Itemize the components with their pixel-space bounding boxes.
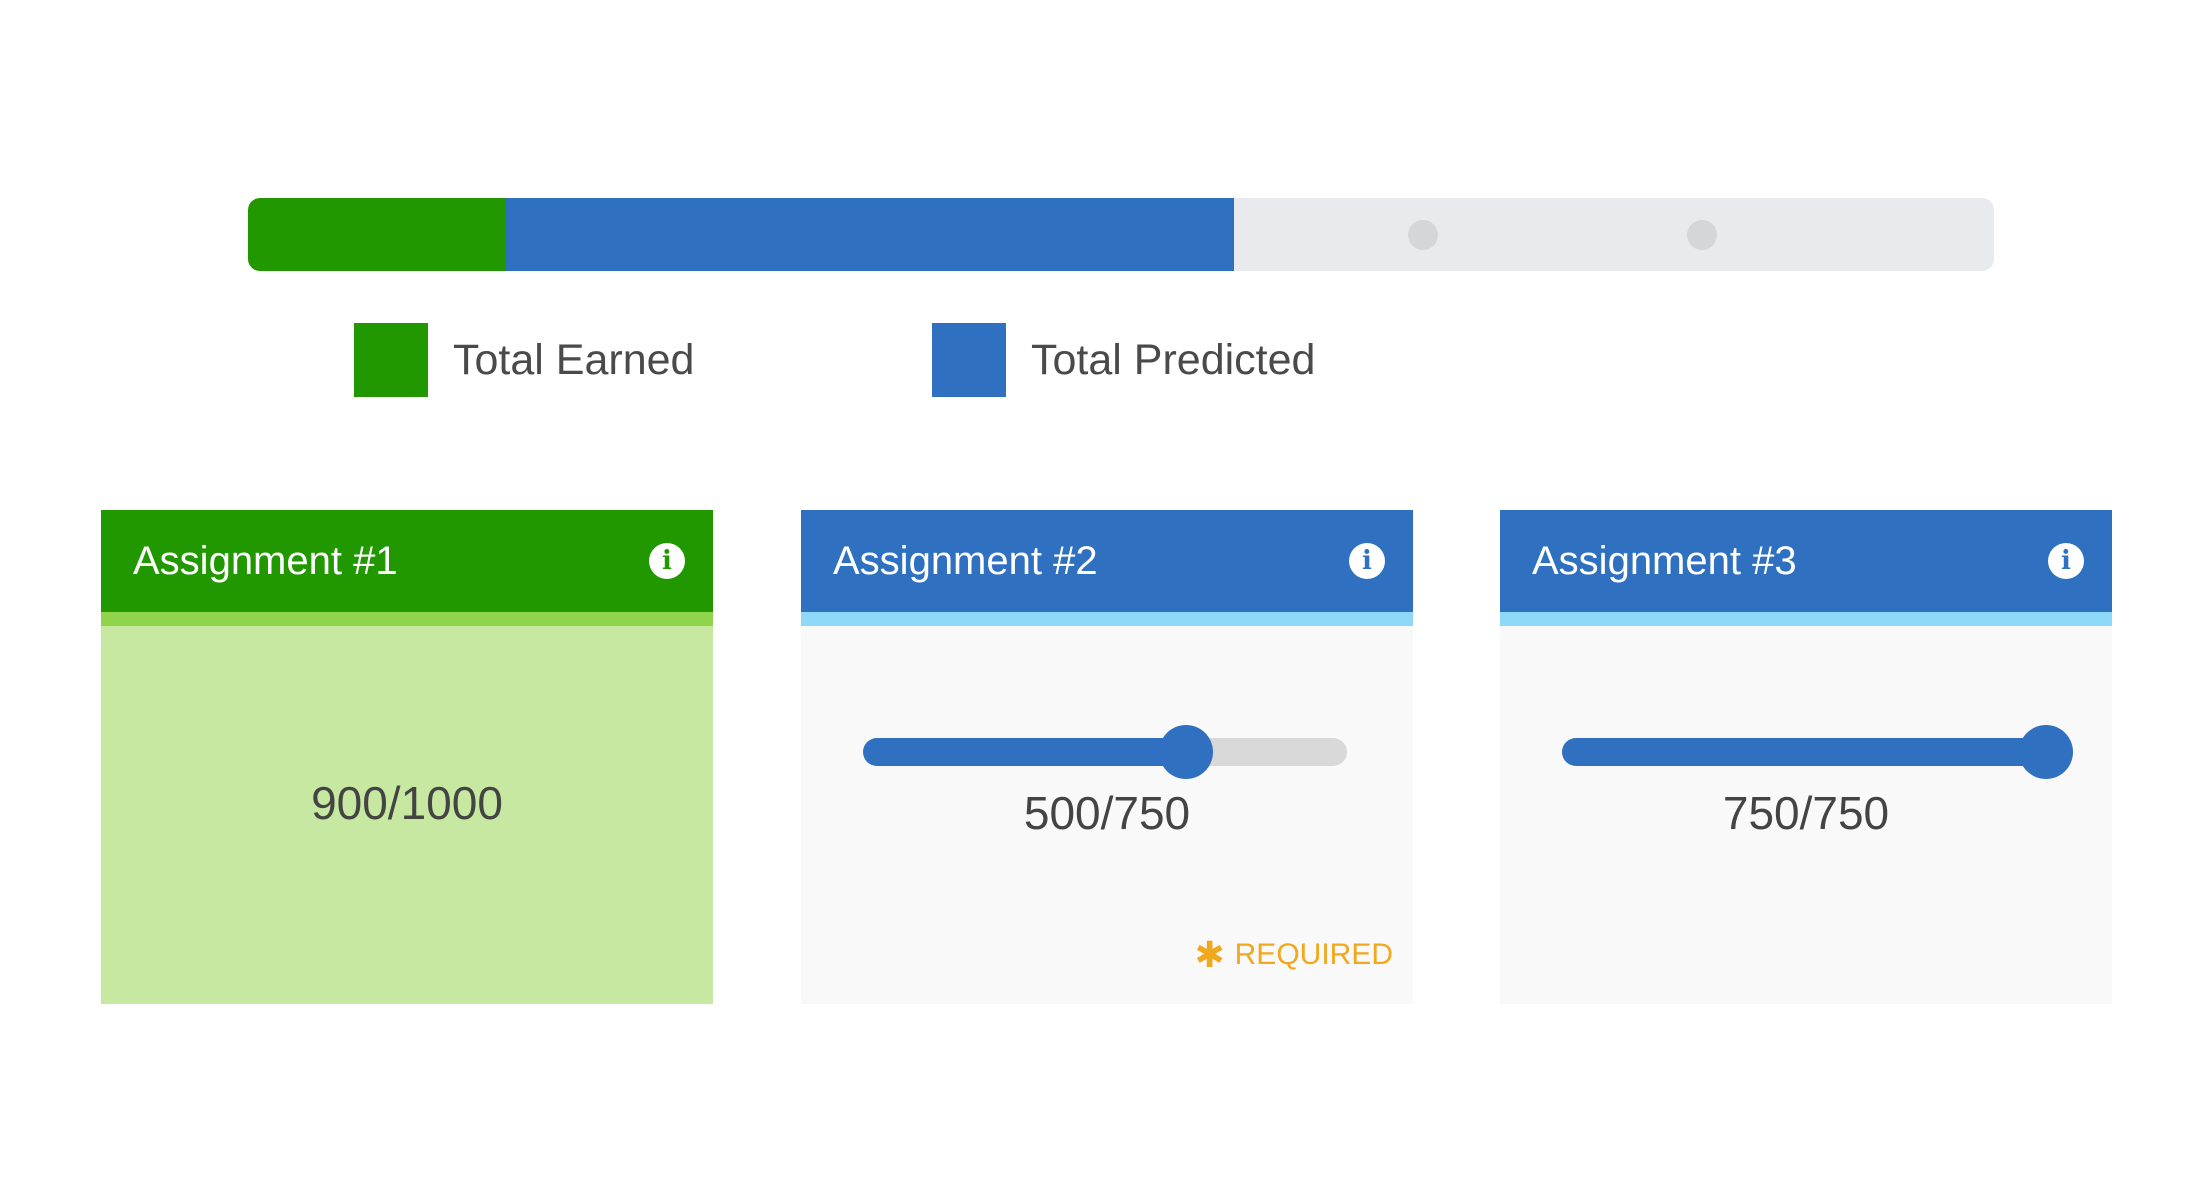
- assignment-card-body: 500/750 ✱ REQUIRED: [801, 626, 1413, 1004]
- progress-earned-segment: [248, 198, 507, 271]
- grade-progress-bar: [248, 198, 1994, 271]
- assignment-card-2: Assignment #2 i 500/750 ✱ REQUIRED: [801, 510, 1413, 1004]
- info-icon[interactable]: i: [1349, 543, 1385, 579]
- legend-predicted: Total Predicted: [932, 323, 1315, 397]
- required-label: REQUIRED: [1234, 938, 1393, 971]
- assignment-card-body: 750/750: [1500, 626, 2112, 1004]
- assignment-card-header: Assignment #3 i: [1500, 510, 2112, 612]
- score-slider-fill: [1562, 738, 2046, 766]
- legend-earned: Total Earned: [354, 323, 694, 397]
- assignment-title: Assignment #2: [833, 538, 1098, 583]
- legend-earned-label: Total Earned: [453, 335, 695, 384]
- asterisk-icon: ✱: [1194, 934, 1225, 975]
- info-icon[interactable]: i: [649, 543, 685, 579]
- card-accent-stripe: [1500, 612, 2112, 626]
- card-accent-stripe: [801, 612, 1413, 626]
- assignment-card-header: Assignment #1 i: [101, 510, 713, 612]
- assignment-title: Assignment #3: [1532, 538, 1797, 583]
- assignment-score: 900/1000: [311, 777, 503, 829]
- assignment-card-header: Assignment #2 i: [801, 510, 1413, 612]
- card-accent-stripe: [101, 612, 713, 626]
- progress-predicted-segment: [506, 198, 1235, 271]
- progress-tick-marker: [1408, 219, 1439, 250]
- legend-predicted-label: Total Predicted: [1031, 335, 1316, 384]
- assignment-card-body: 900/1000: [101, 626, 713, 1004]
- progress-tick-marker: [1687, 219, 1718, 250]
- assignment-score: 500/750: [1023, 787, 1191, 839]
- score-slider-thumb[interactable]: [2019, 725, 2073, 779]
- assignment-card-3: Assignment #3 i 750/750: [1500, 510, 2112, 1004]
- score-slider[interactable]: [1562, 725, 2073, 779]
- score-slider-fill: [863, 738, 1186, 766]
- assignment-score: 750/750: [1722, 787, 1890, 839]
- legend-earned-swatch: [354, 323, 428, 397]
- legend-predicted-swatch: [932, 323, 1006, 397]
- score-slider-thumb[interactable]: [1158, 725, 1213, 779]
- score-slider[interactable]: [863, 725, 1347, 779]
- assignment-title: Assignment #1: [133, 538, 398, 583]
- info-icon[interactable]: i: [2048, 543, 2084, 579]
- required-indicator: ✱ REQUIRED: [1194, 934, 1393, 976]
- assignment-card-1: Assignment #1 i 900/1000: [101, 510, 713, 1004]
